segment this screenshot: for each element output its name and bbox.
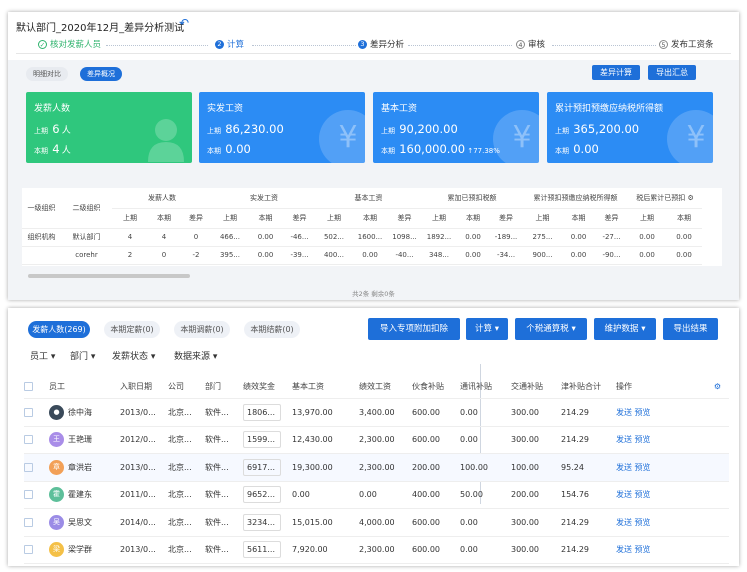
person-icon — [148, 119, 184, 162]
change-badge: ↑77.38% — [467, 147, 500, 155]
table-row: corehr 2 0 -2 395... 0.00 -39... 400... 0.00-… — [22, 246, 702, 265]
avatar-photo: ● — [49, 404, 64, 420]
avatar: 章 — [49, 459, 64, 475]
import-special-deduction-button[interactable]: 导入专项附加扣除 — [368, 318, 460, 340]
step-verify-staff[interactable]: ✓ 核对发薪人员 — [38, 38, 101, 50]
avatar: 吴 — [49, 514, 64, 530]
horizontal-scrollbar[interactable] — [28, 274, 190, 278]
step-progress: ✓ 核对发薪人员 2 计算 3 差异分析 4 审核 5 发布工资条 — [16, 36, 731, 54]
difference-table: 一级组织 二级组织 发薪人数 实发工资 基本工资 累加已预扣税额 累计预扣预缴应… — [22, 188, 722, 266]
avatar: 王 — [49, 432, 64, 448]
payroll-list-panel: 发薪人数(269) 本期定薪(0) 本期调薪(0) 本期结薪(0) 导入专项附加… — [8, 308, 739, 566]
filter-payroll-status[interactable]: 发薪状态 ▾ — [112, 349, 155, 362]
tax-calc-dropdown-button[interactable]: 个税通算税 ▾ — [515, 318, 587, 340]
step-publish-payslip[interactable]: 5 发布工资条 — [659, 38, 714, 50]
table-row[interactable]: 霍霍建东 2011/0... 北京... 软件... 9652... 0.00 0.00 40… — [24, 481, 729, 509]
bonus-input[interactable]: 3234... — [243, 513, 281, 531]
difference-analysis-panel: 默认部门_2020年12月_差异分析测试 ↶ ✓ 核对发薪人员 2 计算 3 差… — [8, 12, 739, 300]
difference-calc-button[interactable]: 差异计算 — [592, 65, 640, 80]
table-row[interactable]: 王王艳珊 2012/0... 北京... 软件... 1599... 12,430.00 2… — [24, 426, 729, 454]
tab-current-salary-set[interactable]: 本期定薪(0) — [104, 321, 160, 338]
avatar: 梁 — [49, 542, 64, 558]
employee-name: 徐中海 — [68, 407, 92, 417]
send-link[interactable]: 发送 — [616, 518, 632, 527]
row-checkbox[interactable] — [24, 545, 33, 555]
gear-icon[interactable]: ⚙ — [687, 194, 693, 202]
page-title: 默认部门_2020年12月_差异分析测试 — [16, 23, 185, 34]
row-checkbox[interactable] — [24, 490, 33, 500]
preview-link[interactable]: 预览 — [635, 545, 651, 554]
yen-icon: ¥ — [667, 110, 713, 163]
preview-link[interactable]: 预览 — [635, 518, 651, 527]
filter-employee[interactable]: 员工 ▾ — [30, 349, 55, 362]
tab-detail-compare[interactable]: 明细对比 — [26, 67, 68, 81]
preview-link[interactable]: 预览 — [635, 490, 651, 499]
check-circle-icon: ✓ — [38, 39, 47, 49]
tab-current-salary-settle[interactable]: 本期结薪(0) — [244, 321, 300, 338]
table-row[interactable]: ● 徐中海 2013/0... 北京... 软件... 1806... 13,970.00 3… — [24, 398, 729, 427]
employee-name: 吴思文 — [68, 517, 92, 527]
export-summary-button[interactable]: 导出汇总 — [648, 65, 696, 80]
employee-name: 霍建东 — [68, 490, 92, 500]
bonus-input[interactable]: 1806... — [243, 403, 281, 421]
export-results-button[interactable]: 导出结果 — [663, 318, 718, 340]
table-settings-gear-icon[interactable]: ⚙ — [714, 382, 721, 391]
table-row[interactable]: 吴吴思文 2014/0... 北京... 软件... 3234... 15,015.00 4… — [24, 508, 729, 537]
select-all-checkbox[interactable] — [24, 382, 33, 392]
row-checkbox[interactable] — [24, 517, 33, 527]
preview-link[interactable]: 预览 — [635, 435, 651, 444]
send-link[interactable]: 发送 — [616, 408, 632, 417]
send-link[interactable]: 发送 — [616, 463, 632, 472]
table-row[interactable]: 梁梁学群 2013/0... 北京... 软件... 5611... 7,920.00 2,… — [24, 536, 729, 564]
row-checkbox[interactable] — [24, 462, 33, 472]
card-taxable-income: 累计预扣预缴应纳税所得额 ¥ 上期 365,200.00 本期 0.00 — [547, 92, 713, 163]
pagination-info: 共2条 剩余0条 — [352, 290, 395, 298]
bonus-input[interactable]: 6917... — [243, 458, 281, 476]
bonus-input[interactable]: 9652... — [243, 486, 281, 504]
bonus-input[interactable]: 1599... — [243, 431, 281, 449]
tab-current-salary-adjust[interactable]: 本期调薪(0) — [174, 321, 230, 338]
preview-link[interactable]: 预览 — [635, 408, 651, 417]
filter-department[interactable]: 部门 ▾ — [70, 349, 95, 362]
step-calculate[interactable]: 2 计算 — [215, 38, 244, 50]
employee-table: 员工 入职日期 公司 部门 绩效奖金 基本工资 绩效工资 伙食补贴 通讯补贴 交通补贴 津补贴合… — [24, 376, 729, 564]
send-link[interactable]: 发送 — [616, 545, 632, 554]
yen-icon: ¥ — [319, 110, 365, 163]
bonus-input[interactable]: 5611... — [243, 541, 281, 559]
send-link[interactable]: 发送 — [616, 435, 632, 444]
employee-name: 章洪岩 — [68, 462, 92, 472]
avatar: 霍 — [49, 487, 64, 503]
table-row[interactable]: 章章洪岩 2013/0... 北京... 软件... 6917... 19,300.00 2… — [24, 453, 729, 482]
preview-link[interactable]: 预览 — [635, 463, 651, 472]
table-row: 组织机构 默认部门 440 466... 0.00 -46... 502... 1600… — [22, 228, 702, 247]
step-difference-analysis[interactable]: 3 差异分析 — [358, 38, 404, 50]
step-review[interactable]: 4 审核 — [516, 38, 545, 50]
calculate-dropdown-button[interactable]: 计算 ▾ — [466, 318, 508, 340]
send-link[interactable]: 发送 — [616, 490, 632, 499]
maintain-data-dropdown-button[interactable]: 维护数据 ▾ — [594, 318, 656, 340]
employee-name: 梁学群 — [68, 545, 92, 555]
tab-payroll-headcount[interactable]: 发薪人数(269) — [28, 321, 90, 338]
row-checkbox[interactable] — [24, 407, 33, 417]
tab-difference-summary[interactable]: 差异概况 — [80, 67, 122, 81]
card-net-pay: 实发工资 ¥ 上期 86,230.00 本期 0.00 — [199, 92, 365, 163]
filter-data-source[interactable]: 数据来源 ▾ — [174, 349, 217, 362]
yen-icon: ¥ — [493, 110, 539, 163]
card-payroll-headcount: 发薪人数 上期 6 人 本期 4 人 — [26, 92, 192, 163]
back-arrow-icon[interactable]: ↶ — [179, 16, 189, 30]
card-base-salary: 基本工资 ¥ 上期 90,200.00 本期 160,000.00 ↑77.38… — [373, 92, 539, 163]
employee-name: 王艳珊 — [68, 435, 92, 445]
table-header: 员工 入职日期 公司 部门 绩效奖金 基本工资 绩效工资 伙食补贴 通讯补贴 交通补贴 津补贴合… — [24, 376, 729, 399]
row-checkbox[interactable] — [24, 435, 33, 445]
